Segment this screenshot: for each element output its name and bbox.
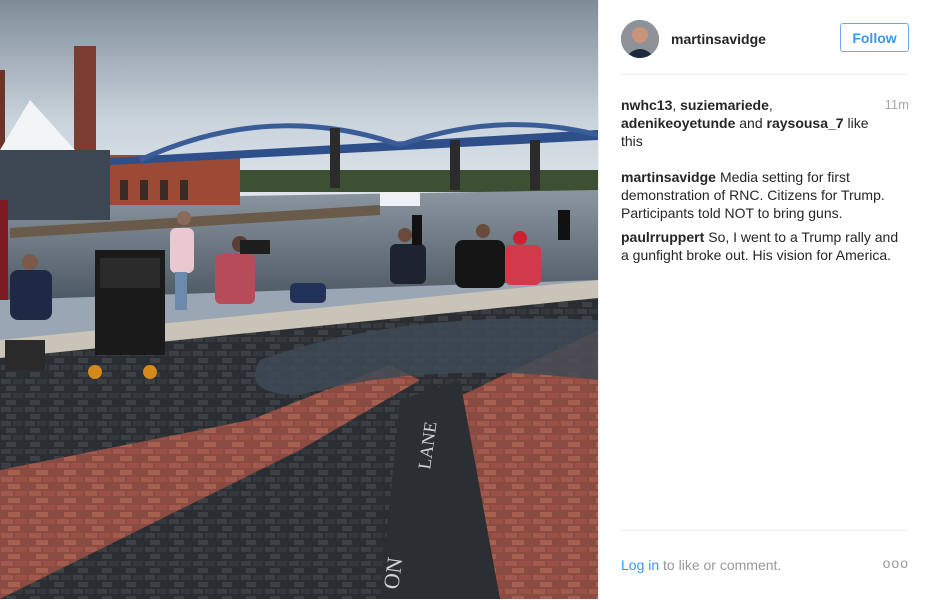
login-link[interactable]: Log in	[621, 557, 659, 573]
comment: paulrruppert So, I went to a Trump rally …	[621, 228, 909, 264]
post-footer: Log in to like or comment. ooo	[621, 530, 909, 600]
post-header: martinsavidge Follow	[621, 18, 909, 75]
post-timestamp[interactable]: 11m	[885, 96, 909, 114]
comment-username[interactable]: paulrruppert	[621, 229, 704, 245]
comments-section: nwhc13, suziemariede, adenikeoyetunde an…	[621, 96, 909, 270]
photo-illustration: LANE ON	[0, 0, 598, 599]
engraved-text-on: ON	[378, 556, 407, 591]
more-options-icon[interactable]: ooo	[883, 555, 909, 571]
avatar[interactable]	[621, 20, 659, 58]
follow-button[interactable]: Follow	[840, 23, 909, 52]
liker-link[interactable]: raysousa_7	[767, 115, 844, 131]
login-prompt: Log in to like or comment.	[621, 557, 781, 573]
likes-line: nwhc13, suziemariede, adenikeoyetunde an…	[621, 96, 909, 149]
comment-username[interactable]: martinsavidge	[621, 169, 716, 185]
instagram-post: LANE ON martinsavidge Follow nwhc13, suz…	[0, 0, 933, 599]
liker-link[interactable]: nwhc13	[621, 97, 672, 113]
liker-link[interactable]: adenikeoyetunde	[621, 115, 735, 131]
post-photo[interactable]: LANE ON	[0, 0, 598, 599]
post-sidebar: martinsavidge Follow nwhc13, suziemaried…	[598, 0, 933, 599]
avatar-image	[621, 20, 659, 58]
liker-link[interactable]: suziemariede	[680, 97, 769, 113]
username[interactable]: martinsavidge	[671, 31, 766, 47]
comment: martinsavidge Media setting for first dem…	[621, 168, 909, 222]
login-prompt-text: to like or comment.	[663, 557, 782, 573]
